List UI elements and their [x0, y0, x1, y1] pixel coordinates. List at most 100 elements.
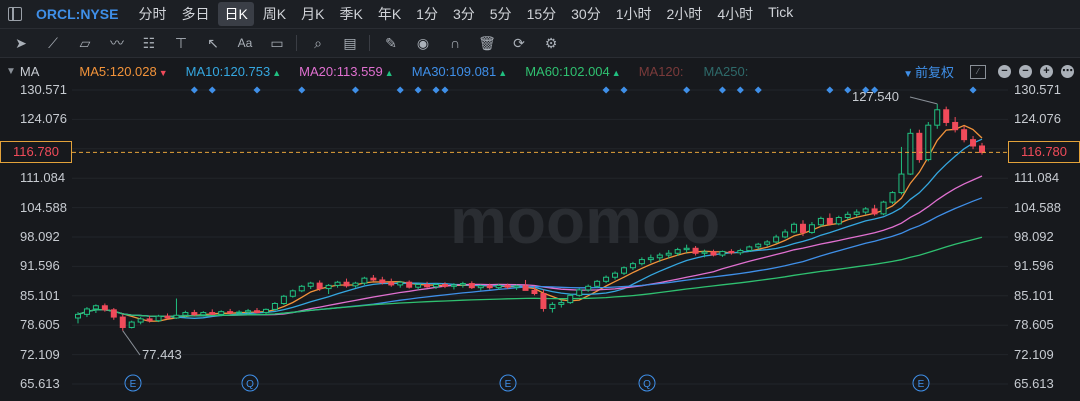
line-tool-icon[interactable]: ⟋ [42, 35, 64, 52]
timeframe-8[interactable]: 3分 [447, 2, 481, 26]
settings-icon[interactable]: ⚙ [540, 35, 562, 52]
zoom-out-icon[interactable]: − [998, 65, 1011, 78]
ma-label: MA60:102.004 [525, 63, 610, 79]
candle-body [612, 272, 619, 278]
zoom-in-icon[interactable]: + [1040, 65, 1053, 78]
minimize-icon[interactable]: − [1019, 65, 1032, 78]
candle-body [916, 132, 923, 161]
comment-icon[interactable]: ▭ [266, 35, 288, 52]
low-leader-line [122, 330, 141, 356]
candle-body [844, 213, 851, 219]
candle-body [799, 223, 806, 233]
candle-body [683, 247, 690, 251]
timeframe-13[interactable]: 2小时 [661, 2, 709, 26]
magnet-icon[interactable]: ∩ [444, 35, 466, 51]
indicator-icon[interactable]: ▤ [339, 35, 361, 52]
candle-body [441, 283, 448, 287]
trash-icon[interactable]: 🗑 [476, 35, 498, 52]
wave-tool-icon[interactable]: 〰 [106, 33, 128, 53]
signal-diamond [844, 86, 852, 94]
horizontal-line-icon[interactable]: ⊤ [170, 35, 192, 52]
text-tool-icon[interactable]: Aa [234, 36, 256, 50]
candle [782, 229, 789, 239]
candle [567, 293, 574, 304]
candle [334, 280, 341, 288]
ma-item-3[interactable]: MA30:109.081 ▲ [412, 64, 508, 79]
y-tick-left: 85.101 [20, 287, 60, 303]
high-leader-line [909, 96, 938, 105]
eye-icon[interactable]: ◉ [412, 35, 434, 52]
timeframe-1[interactable]: 多日 [175, 2, 215, 26]
sync-icon[interactable]: ⟳ [508, 35, 530, 52]
timeframe-0[interactable]: 分时 [132, 2, 172, 26]
ma-label: MA30:109.081 [411, 63, 497, 79]
timeframe-5[interactable]: 季K [333, 2, 368, 26]
signal-diamond [620, 86, 628, 94]
y-tick-right: 98.092 [1014, 229, 1054, 244]
timeframe-14[interactable]: 4小时 [711, 2, 759, 26]
channel-tool-icon[interactable]: ▱ [74, 35, 96, 52]
candle-body [119, 316, 126, 328]
candle-body [110, 309, 117, 318]
candle [826, 213, 833, 226]
candle-body [692, 247, 699, 254]
candle [128, 320, 135, 329]
candle [612, 271, 619, 280]
timeframe-11[interactable]: 30分 [565, 2, 607, 26]
candle-body [961, 129, 968, 141]
fibonacci-icon[interactable]: ☷ [138, 35, 160, 52]
ma-arrow-icon: ▲ [611, 67, 621, 78]
candle [343, 278, 350, 288]
candle [307, 281, 314, 290]
candle-body [862, 208, 869, 213]
collapse-chevron-icon[interactable]: ▼ [6, 66, 16, 77]
more-options-icon[interactable]: ⋯ [1061, 65, 1074, 78]
timeframe-4[interactable]: 月K [295, 2, 330, 26]
timeframe-7[interactable]: 1分 [410, 2, 444, 26]
timeframe-15[interactable]: Tick [762, 2, 799, 26]
ma-item-2[interactable]: MA20:113.559 ▲ [299, 64, 394, 79]
candle [889, 191, 896, 204]
candle [638, 257, 645, 266]
candle-body [737, 250, 744, 254]
low-label: 77.443 [142, 347, 182, 362]
candle [970, 136, 977, 150]
brush-icon[interactable]: ✎ [380, 35, 402, 52]
cursor-icon[interactable]: ➤ [10, 35, 32, 52]
candle-body [549, 303, 556, 309]
candle-body [638, 259, 645, 265]
arrow-tool-icon[interactable]: ↖ [202, 35, 224, 52]
ma-item-4[interactable]: MA60:102.004 ▲ [525, 64, 621, 79]
ma-item-0[interactable]: MA5:120.028 ▼ [79, 64, 167, 79]
ma-item-5[interactable]: MA120: [639, 64, 686, 79]
ma-item-6[interactable]: MA250: [704, 64, 751, 79]
ma-item-1[interactable]: MA10:120.753 ▲ [186, 64, 282, 79]
chart-config-icon[interactable]: ⁄ [970, 64, 986, 79]
signal-diamond [396, 86, 404, 94]
candle [406, 280, 413, 289]
candle-body [898, 173, 905, 194]
candle-body [603, 276, 610, 282]
timeframe-3[interactable]: 周K [257, 2, 292, 26]
signal-diamond [969, 86, 977, 94]
candle-body [352, 282, 359, 287]
candlestick-chart[interactable]: moomoo E Q E Q E 127.540 77.443 [0, 83, 1080, 401]
ticker-symbol[interactable]: ORCL:NYSE [36, 6, 118, 22]
timeframe-10[interactable]: 15分 [521, 2, 563, 26]
ma-title[interactable]: MA [20, 64, 40, 79]
search-icon[interactable]: ⌕ [307, 35, 329, 52]
timeframe-2[interactable]: 日K [218, 2, 254, 26]
candle [289, 289, 296, 298]
panel-toggle-icon[interactable] [8, 7, 22, 21]
y-tick-left: 65.613 [20, 376, 60, 391]
timeframe-9[interactable]: 5分 [484, 2, 518, 26]
timeframe-12[interactable]: 1小时 [610, 2, 658, 26]
timeframe-6[interactable]: 年K [372, 2, 407, 26]
candle [254, 308, 261, 314]
candle-body [343, 281, 350, 287]
candle-body [835, 217, 842, 225]
price-adjust-select[interactable]: ▼ 前复权 [903, 62, 954, 81]
candle-body [629, 263, 636, 269]
current-price-left: 116.780 [0, 141, 72, 164]
y-tick-left: 78.605 [20, 317, 60, 333]
